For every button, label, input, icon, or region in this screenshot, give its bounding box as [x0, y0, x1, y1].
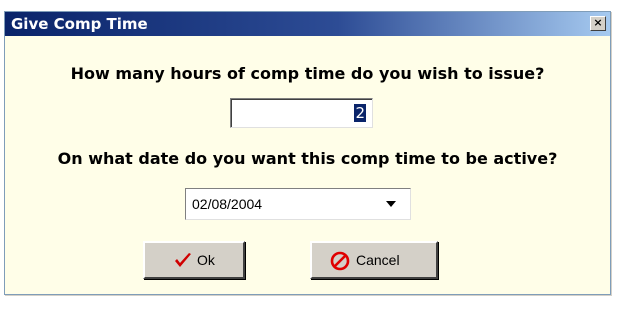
ok-button[interactable]: Ok	[143, 241, 245, 279]
chevron-down-icon[interactable]	[386, 201, 396, 207]
date-value: 02/08/2004	[192, 196, 263, 212]
close-button[interactable]: ×	[590, 16, 606, 31]
hours-input[interactable]: 2	[230, 98, 373, 128]
close-icon: ×	[593, 16, 603, 29]
title-bar[interactable]: Give Comp Time ×	[5, 12, 610, 36]
ok-label: Ok	[197, 252, 215, 268]
cancel-button[interactable]: Cancel	[310, 241, 438, 279]
cancel-label: Cancel	[356, 252, 400, 268]
dialog-title: Give Comp Time	[11, 15, 148, 33]
hours-question: How many hours of comp time do you wish …	[70, 64, 545, 83]
give-comp-time-dialog: Give Comp Time × How many hours of comp …	[4, 11, 611, 295]
prohibited-icon	[330, 251, 350, 274]
date-question: On what date do you want this comp time …	[57, 149, 558, 168]
hours-value: 2	[354, 104, 366, 122]
date-dropdown[interactable]: 02/08/2004	[185, 188, 411, 220]
checkmark-icon	[173, 251, 193, 274]
